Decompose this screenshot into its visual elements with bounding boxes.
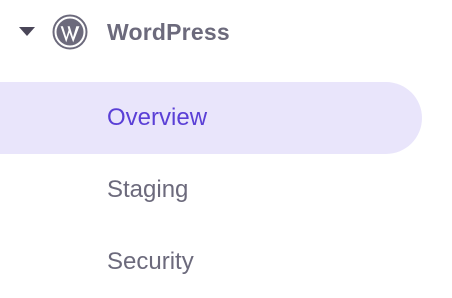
nav-item-security[interactable]: Security — [0, 226, 422, 298]
sidebar-nav: WordPress Overview Staging Security — [0, 0, 452, 298]
nav-item-label: Staging — [107, 176, 189, 203]
nav-item-label: Overview — [107, 104, 208, 131]
nav-item-overview[interactable]: Overview — [0, 82, 422, 154]
nav-item-label: Security — [107, 248, 194, 275]
nav-item-staging[interactable]: Staging — [0, 154, 422, 226]
group-title: WordPress — [107, 19, 230, 45]
wordpress-group-toggle[interactable]: WordPress — [0, 0, 452, 66]
wordpress-logo-icon — [52, 14, 88, 50]
caret-down-icon[interactable] — [19, 27, 35, 36]
